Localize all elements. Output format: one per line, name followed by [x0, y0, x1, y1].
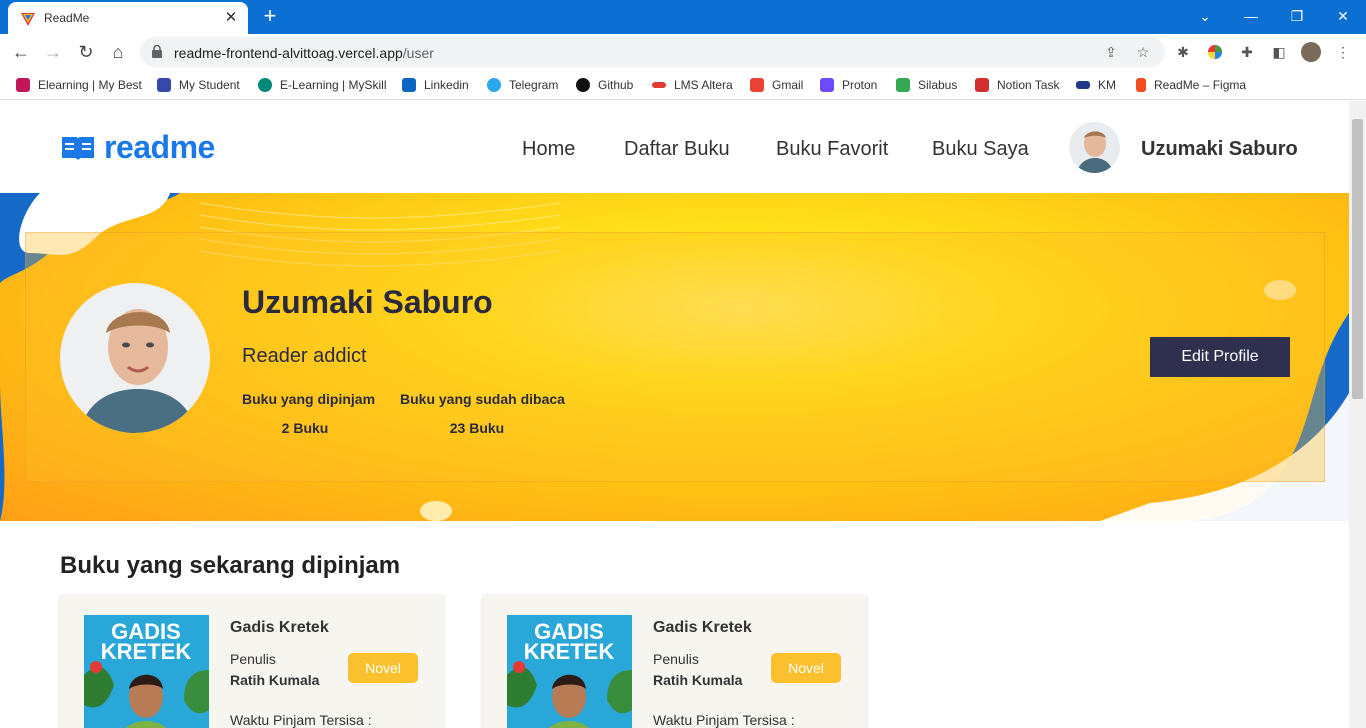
- avatar[interactable]: [1069, 122, 1120, 173]
- profile-avatar-icon[interactable]: [1301, 42, 1321, 62]
- bookmark-myskill[interactable]: E-Learning | MySkill: [258, 76, 387, 94]
- remaining-time-label: Waktu Pinjam Tersisa :: [653, 712, 795, 728]
- page-scrollbar[interactable]: [1349, 101, 1366, 728]
- readme-favicon-icon: [21, 13, 35, 26]
- bookmark-notion-task[interactable]: Notion Task: [975, 76, 1059, 94]
- book-card[interactable]: GADIS KRETEK Gadis Kretek Penulis Ratih …: [60, 595, 443, 728]
- side-panel-icon[interactable]: ◧: [1269, 42, 1289, 62]
- author-name: Ratih Kumala: [653, 672, 743, 688]
- svg-text:KRETEK: KRETEK: [524, 639, 615, 664]
- author-name: Ratih Kumala: [230, 672, 320, 688]
- read-value: 23 Buku: [449, 420, 505, 436]
- restore-icon[interactable]: ❐: [1274, 5, 1320, 27]
- nav-link-buku-saya[interactable]: Buku Saya: [932, 138, 1029, 161]
- github-icon: [576, 78, 590, 92]
- profile-photo: [60, 283, 210, 433]
- book-cover: GADIS KRETEK: [507, 615, 632, 728]
- bookmark-gmail[interactable]: Gmail: [750, 76, 803, 94]
- bookmark-icon: [157, 78, 171, 92]
- bookmark-silabus[interactable]: Silabus: [896, 76, 957, 94]
- bookmark-icon: [1076, 81, 1090, 89]
- book-title: Gadis Kretek: [653, 619, 752, 636]
- site-logo[interactable]: readme: [60, 129, 215, 166]
- genre-badge: Novel: [771, 653, 841, 683]
- forward-icon[interactable]: →: [42, 41, 64, 63]
- borrowed-value: 2 Buku: [281, 420, 329, 436]
- proton-icon: [820, 78, 834, 92]
- address-bar[interactable]: readme-frontend-alvittoag.vercel.app/use…: [140, 37, 1165, 67]
- tab-search-icon[interactable]: ⌄: [1182, 5, 1228, 27]
- lock-icon: [152, 45, 162, 58]
- linkedin-icon: [402, 78, 416, 92]
- profile-name: Uzumaki Saburo: [242, 284, 493, 320]
- bookmark-icon: [975, 78, 989, 92]
- page-content: readme Home Daftar Buku Buku Favorit Buk…: [0, 101, 1349, 728]
- bookmark-km[interactable]: KM: [1076, 76, 1116, 94]
- scrollbar-thumb[interactable]: [1352, 119, 1363, 399]
- reload-icon[interactable]: ↻: [75, 41, 97, 63]
- nav-link-buku-favorit[interactable]: Buku Favorit: [776, 138, 888, 161]
- genre-badge: Novel: [348, 653, 418, 683]
- bookmark-readme-figma[interactable]: ReadMe – Figma: [1136, 76, 1246, 94]
- profile-bio: Reader addict: [242, 345, 367, 367]
- extensions-puzzle-icon[interactable]: ✚: [1237, 42, 1257, 62]
- home-icon[interactable]: ⌂: [107, 41, 129, 63]
- nav-link-daftar-buku[interactable]: Daftar Buku: [624, 138, 730, 161]
- book-cover: GADIS KRETEK: [84, 615, 209, 728]
- browser-toolbar: ← → ↻ ⌂ readme-frontend-alvittoag.vercel…: [0, 34, 1366, 70]
- profile-card: [25, 232, 1325, 482]
- book-logo-icon: [62, 136, 94, 160]
- bookmark-lms-altera[interactable]: LMS Altera: [652, 76, 733, 94]
- nav-user-name[interactable]: Uzumaki Saburo: [1141, 138, 1298, 161]
- bookmark-icon: [258, 78, 272, 92]
- window-close-icon[interactable]: ✕: [1320, 5, 1366, 27]
- svg-text:KRETEK: KRETEK: [101, 639, 192, 664]
- browser-tab-bar: ReadMe ✕ + ⌄ — ❐ ✕: [0, 0, 1366, 34]
- close-icon[interactable]: ✕: [222, 9, 240, 27]
- remaining-time-label: Waktu Pinjam Tersisa :: [230, 712, 372, 728]
- bookmark-github[interactable]: Github: [576, 76, 633, 94]
- bookmark-proton[interactable]: Proton: [820, 76, 877, 94]
- star-icon[interactable]: ☆: [1134, 43, 1152, 61]
- figma-icon: [1136, 78, 1146, 92]
- menu-kebab-icon[interactable]: ⋮: [1333, 42, 1353, 62]
- book-card[interactable]: GADIS KRETEK Gadis Kretek Penulis Ratih …: [483, 595, 866, 728]
- minimize-icon[interactable]: —: [1228, 5, 1274, 27]
- bookmark-linkedin[interactable]: Linkedin: [402, 76, 469, 94]
- new-tab-icon[interactable]: +: [259, 5, 281, 27]
- bookmark-icon: [652, 82, 666, 88]
- bookmark-my-student[interactable]: My Student: [157, 76, 240, 94]
- browser-tab[interactable]: ReadMe ✕: [8, 2, 248, 34]
- read-label: Buku yang sudah dibaca: [400, 391, 565, 407]
- nav-link-home[interactable]: Home: [522, 138, 575, 161]
- color-picker-icon[interactable]: [1205, 42, 1225, 62]
- site-navbar: readme Home Daftar Buku Buku Favorit Buk…: [0, 101, 1349, 193]
- back-icon[interactable]: ←: [10, 41, 32, 63]
- tab-title: ReadMe: [44, 11, 90, 25]
- borrowed-label: Buku yang dipinjam: [242, 391, 376, 407]
- url-text: readme-frontend-alvittoag.vercel.app/use…: [174, 45, 434, 61]
- extension-bug-icon[interactable]: ✱: [1173, 42, 1193, 62]
- section-title: Buku yang sekarang dipinjam: [60, 552, 401, 579]
- bookmark-elearning[interactable]: Elearning | My Best: [16, 76, 142, 94]
- gmail-icon: [750, 78, 764, 92]
- author-label: Penulis: [653, 651, 699, 667]
- bookmarks-bar: Elearning | My Best My Student E-Learnin…: [0, 70, 1366, 100]
- telegram-icon: [487, 78, 501, 92]
- logo-text: readme: [104, 129, 215, 165]
- google-drive-icon: [896, 78, 910, 92]
- bookmark-icon: [16, 78, 30, 92]
- share-icon[interactable]: ⇪: [1102, 43, 1120, 61]
- bookmark-telegram[interactable]: Telegram: [487, 76, 558, 94]
- author-label: Penulis: [230, 651, 276, 667]
- book-title: Gadis Kretek: [230, 619, 329, 636]
- edit-profile-button[interactable]: Edit Profile: [1150, 337, 1290, 377]
